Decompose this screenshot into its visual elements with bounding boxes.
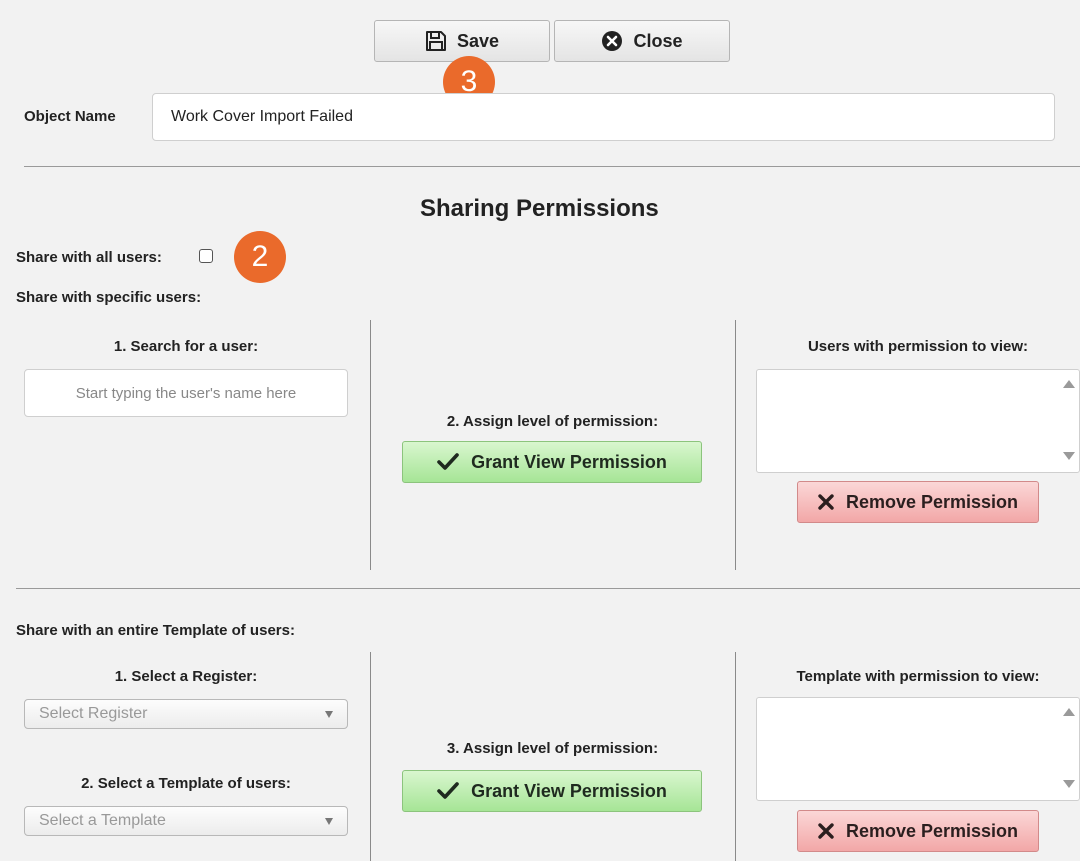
save-button[interactable]: Save <box>374 20 550 62</box>
close-button[interactable]: Close <box>554 20 730 62</box>
template-select-value: Select a Template <box>39 812 166 829</box>
remove-template-permission-button[interactable]: Remove Permission <box>797 810 1039 852</box>
register-select-value: Select Register <box>39 705 148 722</box>
divider <box>24 166 1080 167</box>
column-divider <box>735 320 736 570</box>
share-specific-users-label: Share with specific users: <box>16 289 202 306</box>
share-all-users-label: Share with all users: <box>16 249 162 266</box>
column-divider <box>370 320 371 570</box>
users-with-permission-heading: Users with permission to view: <box>807 338 1029 355</box>
remove-template-permission-label: Remove Permission <box>845 820 1019 841</box>
select-template-heading: 2. Select a Template of users: <box>81 775 291 792</box>
scroll-up-icon[interactable] <box>1063 708 1075 716</box>
floppy-disk-icon <box>425 31 446 51</box>
sharing-permissions-title: Sharing Permissions <box>420 195 659 222</box>
share-template-label: Share with an entire Template of users: <box>16 622 295 639</box>
user-search-placeholder: Start typing the user's name here <box>75 384 297 402</box>
close-button-label: Close <box>633 30 683 51</box>
dropdown-caret-icon <box>325 818 333 825</box>
search-user-heading: 1. Search for a user: <box>113 338 259 355</box>
checkmark-icon <box>437 782 459 799</box>
user-search-input[interactable]: Start typing the user's name here <box>24 369 348 417</box>
grant-view-permission-button[interactable]: Grant View Permission <box>402 441 702 483</box>
divider <box>16 588 1080 589</box>
grant-template-view-permission-label: Grant View Permission <box>471 780 667 801</box>
assign-permission-heading: 2. Assign level of permission: <box>446 413 659 430</box>
scroll-up-icon[interactable] <box>1063 380 1075 388</box>
column-divider <box>735 652 736 861</box>
checkmark-icon <box>437 453 459 470</box>
users-with-permission-list[interactable] <box>756 369 1080 473</box>
remove-permission-button[interactable]: Remove Permission <box>797 481 1039 523</box>
register-select[interactable]: Select Register <box>24 699 348 729</box>
object-name-input[interactable]: Work Cover Import Failed <box>152 93 1055 141</box>
step-marker-share-all: 2 <box>234 231 286 283</box>
close-circle-icon <box>602 31 623 51</box>
select-register-heading: 1. Select a Register: <box>114 668 258 685</box>
template-with-permission-list[interactable] <box>756 697 1080 801</box>
template-select[interactable]: Select a Template <box>24 806 348 836</box>
dropdown-caret-icon <box>325 711 333 718</box>
scroll-down-icon[interactable] <box>1063 452 1075 460</box>
share-all-users-checkbox[interactable] <box>199 249 213 263</box>
grant-view-permission-label: Grant View Permission <box>471 451 667 472</box>
save-button-label: Save <box>456 30 500 51</box>
grant-template-view-permission-button[interactable]: Grant View Permission <box>402 770 702 812</box>
object-name-value: Work Cover Import Failed <box>171 108 353 125</box>
x-icon <box>818 494 834 510</box>
x-icon <box>818 823 834 839</box>
remove-permission-label: Remove Permission <box>845 491 1019 512</box>
object-name-label: Object Name <box>24 108 116 125</box>
assign-template-permission-heading: 3. Assign level of permission: <box>446 740 659 757</box>
template-with-permission-heading: Template with permission to view: <box>796 668 1040 685</box>
scroll-down-icon[interactable] <box>1063 780 1075 788</box>
